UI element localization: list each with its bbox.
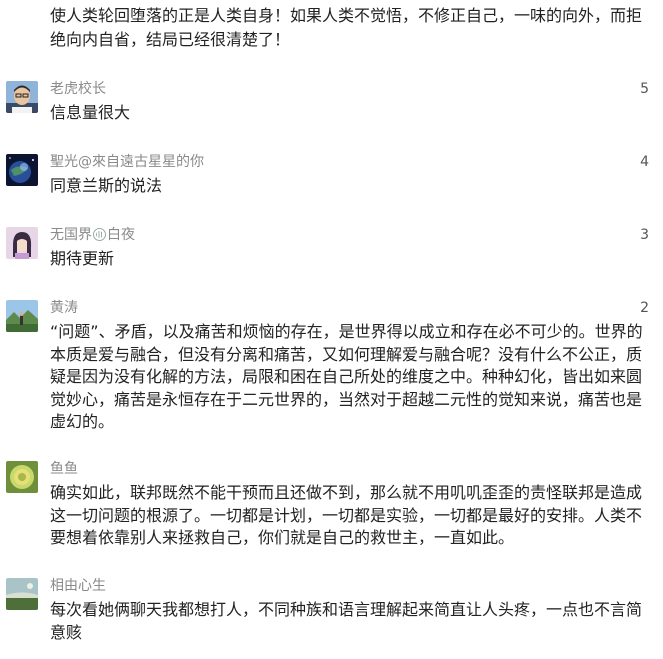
username-part: 白夜 (107, 227, 135, 243)
avatar-girl[interactable] (6, 227, 38, 259)
username-part: 无国界 (50, 227, 92, 243)
comment-text: 信息量很大 (50, 103, 131, 122)
like-count[interactable]: 3 (640, 226, 649, 244)
comment-username[interactable]: 老虎校长 (50, 80, 106, 98)
avatar-landscape[interactable] (6, 300, 38, 332)
avatar-nature[interactable] (6, 578, 38, 610)
comment-text: 确实如此，联邦既然不能干预而且还做不到，那么就不用叽叽歪歪的责怪联邦是造成这一切… (50, 483, 643, 547)
comment-username[interactable]: 相由心生 (50, 577, 106, 595)
like-count[interactable]: 5 (640, 80, 649, 98)
comment-text-continued: 使人类轮回堕落的正是人类自身！如果人类不觉悟，不修正自己，一味的向外，而拒绝向内… (50, 6, 643, 49)
like-count[interactable]: 4 (640, 153, 649, 171)
comment-username[interactable]: 无国界 白夜 (50, 226, 135, 244)
like-count[interactable]: 2 (640, 299, 649, 317)
comment-text: 每次看她俩聊天我都想打人，不同种族和语言理解起来简直让人头疼，一点也不言简意赅 (50, 600, 643, 642)
comment-username[interactable]: 黄涛 (50, 299, 78, 317)
comment-username[interactable]: 聖光@來自遠古星星的你 (50, 153, 204, 171)
comment-text: 期待更新 (50, 249, 115, 268)
globe-badge-icon (93, 228, 106, 241)
avatar-planet[interactable] (6, 154, 38, 186)
comment-text: “问题”、矛盾，以及痛苦和烦恼的存在，是世界得以成立和存在必不可少的。世界的本质… (50, 322, 643, 431)
avatar-flower[interactable] (6, 461, 38, 493)
avatar-man-glasses[interactable] (6, 81, 38, 113)
comment-text: 同意兰斯的说法 (50, 176, 163, 195)
comment-username[interactable]: 鱼鱼 (50, 460, 78, 478)
